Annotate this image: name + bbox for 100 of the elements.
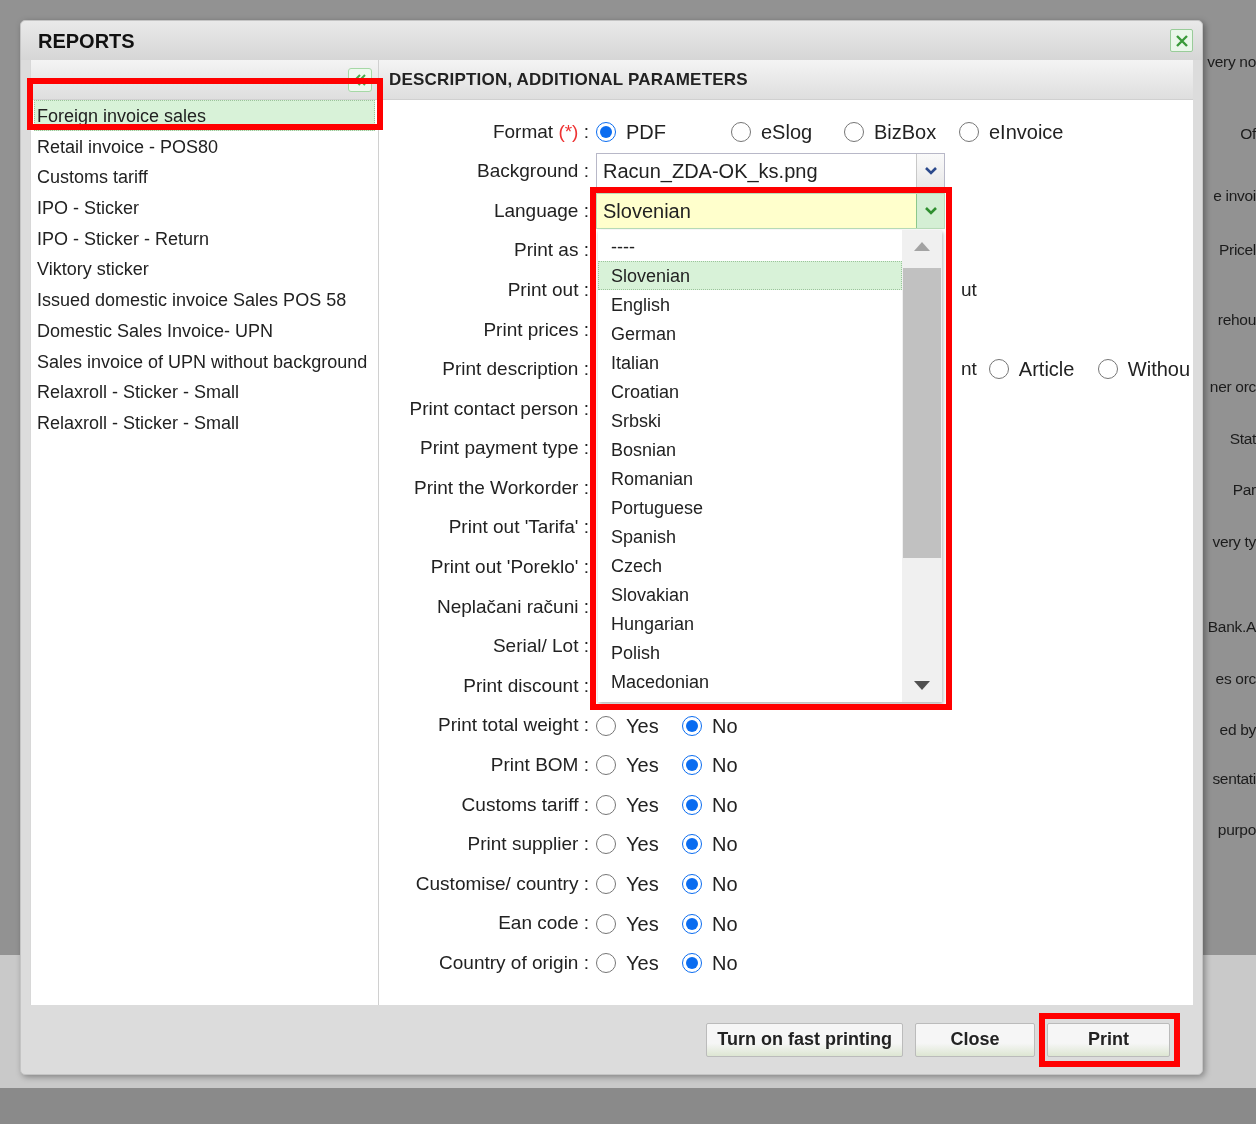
radio-button[interactable] [1097,359,1118,380]
radio-button[interactable] [682,913,702,934]
radio-button[interactable] [596,834,616,855]
background-text: ner orc [1209,377,1256,397]
background-text: e invoi [1213,186,1256,206]
radio-button[interactable] [596,715,616,736]
field-label: Print BOM : [489,753,590,778]
field-label: Print discount : [462,673,590,698]
dropdown-option[interactable]: Slovenian [598,261,902,291]
dropdown-option[interactable]: Italian [598,348,902,378]
radio-button[interactable] [596,913,616,934]
dropdown-option[interactable]: Hungarian [598,609,902,639]
dropdown-option[interactable]: ---- [598,232,902,262]
dropdown-option[interactable]: Romanian [598,464,902,494]
radio-button[interactable] [844,121,864,142]
background-text: rehou [1217,310,1256,330]
scrollbar[interactable] [902,230,942,703]
radio-button[interactable] [596,755,616,776]
option-label: No [712,753,738,779]
field-label: Customs tariff : [460,792,590,817]
field-label: Print out 'Poreklo' : [429,555,590,580]
radio-button[interactable] [682,794,702,815]
background-text: Of [1240,124,1256,144]
report-item[interactable]: IPO - Sticker - Return [34,222,375,254]
report-item[interactable]: Retail invoice - POS80 [34,130,375,162]
option-label: Yes [626,713,659,739]
panel-title: DESCRIPTION, ADDITIONAL PARAMETERS [389,68,748,91]
field-label: Neplačani računi : [435,594,590,619]
report-item[interactable]: IPO - Sticker [34,192,375,223]
dropdown-option[interactable]: Bosnian [598,435,902,465]
option-label: No [712,872,738,898]
radio-button[interactable] [988,359,1009,380]
double-chevron-icon [353,73,367,86]
dropdown-option[interactable]: Portuguese [598,493,902,523]
field-label: Print supplier : [466,832,590,857]
footer-button[interactable]: Turn on fast printing [706,1022,903,1057]
radio-button[interactable] [731,121,751,142]
dropdown-option[interactable]: German [598,319,902,349]
option-label: Yes [626,792,659,818]
footer-button[interactable]: Close [915,1022,1035,1057]
field-label: Format (*) : [491,119,590,144]
field-label: Print out 'Tarifa' : [447,515,590,540]
option-label: Article [1018,357,1075,383]
scroll-up-icon[interactable] [912,240,932,253]
dropdown-option[interactable]: Czech [598,551,902,581]
option-label: No [712,713,738,739]
dropdown-option[interactable]: Slovakian [598,580,902,610]
radio-button[interactable] [682,755,702,776]
close-button[interactable] [1170,29,1193,52]
radio-button[interactable] [596,953,616,974]
radio-button[interactable] [596,874,616,895]
radio-button[interactable] [959,121,979,142]
field-label: Print total weight : [436,713,590,738]
background-text: sentati [1212,769,1256,789]
dropdown-field[interactable]: Slovenian [596,193,945,229]
radio-button[interactable] [596,121,616,142]
close-icon [1174,33,1189,48]
report-item[interactable]: Relaxroll - Sticker - Small [34,406,375,438]
dropdown-option[interactable]: Macedonian [598,667,902,697]
radio-button[interactable] [596,794,616,815]
background-text: Bank.A [1207,617,1256,637]
report-item[interactable]: Customs tariff [34,161,375,193]
option-label: No [712,951,738,977]
option-label: eSlog [761,119,813,145]
radio-button[interactable] [682,715,702,736]
dropdown-option[interactable]: Srbski [598,406,902,436]
option-label: Yes [626,872,659,898]
dialog-title: REPORTS [38,28,135,54]
report-item[interactable]: Viktory sticker [34,253,375,285]
background-text: Par [1232,480,1256,500]
option-label: Yes [626,951,659,977]
report-item[interactable]: Domestic Sales Invoice- UPN [34,314,375,346]
option-label: No [712,792,738,818]
dropdown-field[interactable]: Racun_ZDA-OK_ks.png [596,153,945,190]
report-item[interactable]: Issued domestic invoice Sales POS 58 [34,284,375,315]
radio-button[interactable] [682,874,702,895]
dropdown-option[interactable]: Polish [598,638,902,668]
field-label: Print the Workorder : [413,475,590,500]
background-text: very ty [1212,532,1256,552]
background-text: Pricel [1219,240,1256,260]
field-label: Serial/ Lot : [491,634,590,659]
chevron-down-icon [923,206,938,216]
partial-text: nt [961,357,977,382]
option-label: eInvoice [989,119,1064,145]
field-label: Country of origin : [438,951,590,975]
report-item[interactable]: Sales invoice of UPN without background [34,345,375,377]
field-label: Print contact person : [408,396,590,421]
field-label: Print prices : [482,317,590,342]
report-item[interactable]: Relaxroll - Sticker - Small [34,376,375,407]
option-label: Yes [626,911,659,937]
dropdown-option[interactable]: Croatian [598,377,902,407]
option-label: No [712,832,738,858]
radio-button[interactable] [682,953,702,974]
dropdown-option[interactable]: Spanish [598,522,902,552]
field-label: Background : [476,159,590,184]
radio-button[interactable] [682,834,702,855]
footer-button[interactable]: Print [1047,1022,1170,1057]
field-label: Print payment type : [419,436,590,461]
dropdown-option[interactable]: English [598,290,902,320]
field-label: Print out : [506,277,590,302]
